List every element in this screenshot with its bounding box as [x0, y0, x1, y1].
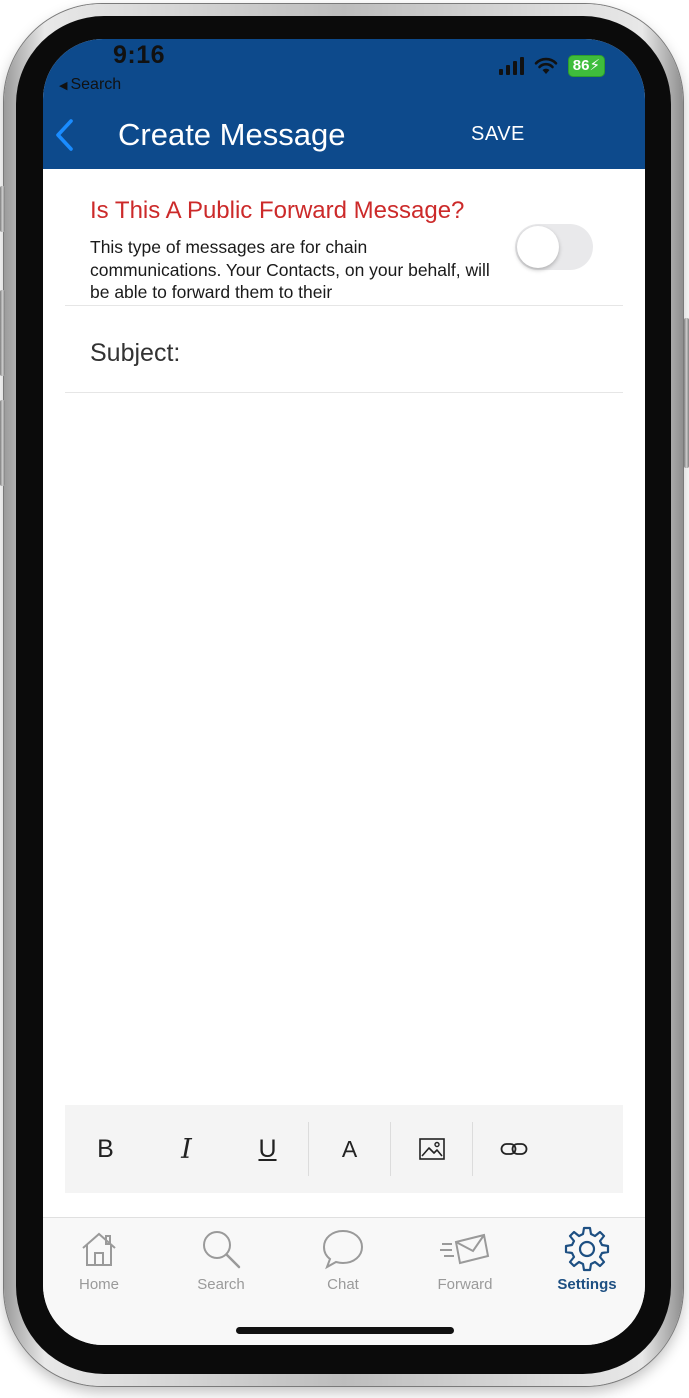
status-time: 9:16	[113, 41, 166, 69]
home-indicator[interactable]	[236, 1327, 454, 1334]
side-button-volume-up	[0, 290, 5, 376]
text-color-button[interactable]: A	[309, 1122, 391, 1176]
search-icon	[203, 1231, 241, 1269]
public-forward-title: Is This A Public Forward Message?	[90, 197, 465, 224]
italic-button[interactable]: I	[146, 1105, 227, 1193]
back-app-label: Search	[70, 76, 122, 93]
chat-icon	[322, 1229, 364, 1270]
image-icon	[418, 1138, 445, 1160]
underline-button[interactable]: U	[227, 1122, 309, 1176]
toggle-knob	[517, 226, 559, 268]
forward-mail-icon	[440, 1233, 490, 1265]
side-button-power	[684, 318, 689, 468]
tab-settings[interactable]: Settings	[537, 1226, 637, 1293]
subject-input[interactable]	[215, 327, 609, 373]
page-title: Create Message	[118, 117, 346, 152]
charging-bolt-icon: ⚡	[589, 57, 600, 74]
format-toolbar: B I U A	[65, 1105, 623, 1193]
save-button[interactable]: SAVE	[471, 123, 525, 146]
tab-home-label: Home	[78, 1276, 119, 1293]
subject-label: Subject:	[90, 339, 181, 367]
cellular-signal-icon	[498, 57, 524, 75]
battery-indicator: 86⚡	[567, 55, 605, 77]
message-body-editor[interactable]	[65, 393, 623, 1103]
subject-row: Subject:	[65, 305, 623, 393]
back-to-app-link[interactable]: ◀ Search	[59, 76, 121, 94]
tab-forward[interactable]: Forward	[415, 1226, 515, 1293]
public-forward-description: This type of messages are for chain comm…	[90, 237, 490, 302]
link-icon	[500, 1143, 527, 1155]
tab-chat-label: Chat	[327, 1276, 359, 1293]
tab-chat[interactable]: Chat	[293, 1226, 393, 1293]
bold-button[interactable]: B	[65, 1105, 146, 1193]
tab-forward-label: Forward	[437, 1276, 493, 1293]
wifi-icon	[534, 57, 558, 74]
back-triangle-icon: ◀	[59, 80, 68, 92]
tab-search-label: Search	[197, 1276, 245, 1293]
insert-image-button[interactable]	[391, 1122, 473, 1176]
side-button-mute	[0, 186, 5, 232]
battery-level: 86	[572, 57, 590, 74]
app-header: 9:16 ◀ Search 86⚡ Create Message SAVE	[43, 39, 645, 169]
home-icon	[82, 1232, 116, 1266]
public-forward-section: Is This A Public Forward Message? This t…	[65, 169, 623, 306]
public-forward-toggle[interactable]	[515, 224, 593, 270]
tab-home[interactable]: Home	[49, 1226, 149, 1293]
status-indicators: 86⚡	[498, 55, 605, 77]
bottom-tab-bar: Home Search Chat Forward Settings	[43, 1217, 645, 1345]
gear-icon	[564, 1226, 610, 1272]
tab-search[interactable]: Search	[171, 1226, 271, 1293]
side-button-volume-down	[0, 400, 5, 486]
back-chevron-icon[interactable]	[53, 118, 77, 152]
insert-link-button[interactable]	[473, 1105, 554, 1193]
app-screen: 9:16 ◀ Search 86⚡ Create Message SAVE Is …	[43, 39, 645, 1345]
tab-settings-label: Settings	[557, 1276, 617, 1293]
